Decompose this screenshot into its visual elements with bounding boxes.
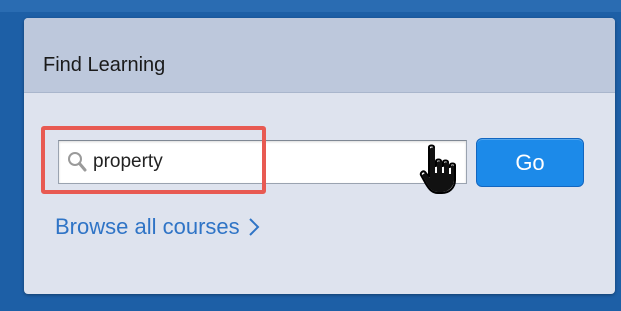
panel-header: Find Learning [24, 18, 615, 93]
window-frame [0, 0, 621, 12]
go-button[interactable]: Go [476, 138, 584, 187]
find-learning-panel: Find Learning Go Browse all courses [24, 18, 615, 294]
browse-all-courses-link[interactable]: Browse all courses [55, 214, 260, 240]
panel-title: Find Learning [43, 54, 166, 76]
search-highlight-box [41, 126, 266, 194]
chevron-right-icon [248, 218, 260, 236]
browse-link-label: Browse all courses [55, 214, 240, 239]
hand-pointer-icon [419, 144, 456, 194]
